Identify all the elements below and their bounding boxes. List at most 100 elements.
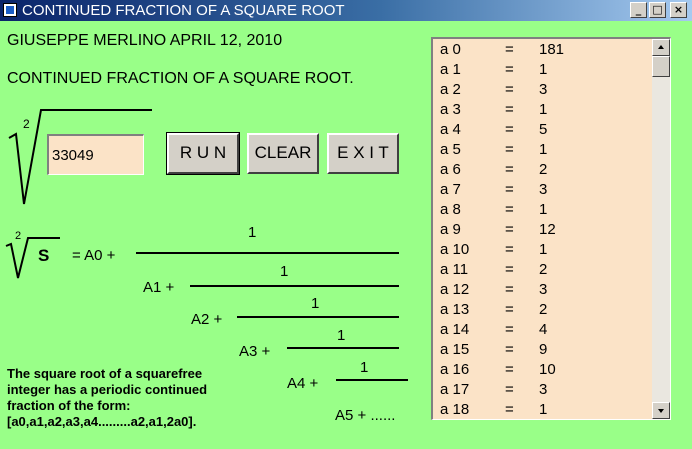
fraction-bar-2 (190, 285, 399, 287)
coef-value: 9 (539, 341, 548, 358)
equals-sign: = (505, 341, 514, 358)
formula-root-index: 2 (15, 230, 22, 242)
term-a3: A3 + (239, 343, 271, 360)
term-a5-label: A5 + (335, 407, 367, 424)
minimize-button[interactable]: _ (630, 2, 647, 18)
coef-value: 4 (539, 321, 548, 338)
maximize-button[interactable]: □ (649, 2, 666, 18)
coef-label: a 11 (440, 261, 469, 278)
coef-label: a 6 (440, 161, 461, 178)
equals-sign: = (505, 381, 514, 398)
list-item[interactable]: a 13 = 2 (433, 300, 651, 320)
list-item[interactable]: a 2 = 3 (433, 80, 651, 100)
coef-value: 1 (539, 101, 548, 118)
results-listbox[interactable]: a 18 = 1 a 17 = 3 a 16 = 10 a 15 = 9 a 14 = 4 a 13 = 2 a 1… (431, 37, 671, 420)
app-window: CONTINUED FRACTION OF A SQUARE ROOT _ □ … (0, 0, 692, 449)
window-title: CONTINUED FRACTION OF A SQUARE ROOT (22, 2, 345, 19)
coef-value: 1 (539, 61, 548, 78)
list-item[interactable]: a 12 = 3 (433, 280, 651, 300)
scroll-up-button[interactable] (652, 39, 670, 56)
coef-label: a 14 (440, 321, 470, 338)
coef-value: 2 (539, 161, 548, 178)
input-root-index: 2 (23, 117, 30, 131)
equals-sign: = (505, 161, 514, 178)
list-scrollbar[interactable] (652, 39, 670, 419)
note-line-4: [a0,a1,a2,a3,a4.........a2,a1,2a0]. (7, 414, 197, 429)
author-label: GIUSEPPE MERLINO APRIL 12, 2010 (7, 32, 283, 49)
equals-sign: = (505, 121, 514, 138)
list-item[interactable]: a 15 = 9 (433, 340, 651, 360)
coef-label: a 3 (440, 101, 461, 118)
coef-value: 1 (539, 201, 548, 218)
coef-value: 1 (539, 141, 548, 158)
coef-label: a 15 (440, 341, 470, 358)
equals-sign: = (505, 241, 514, 258)
scroll-thumb[interactable] (652, 56, 670, 77)
equals-sign: = (505, 201, 514, 218)
list-item[interactable]: a 18 = 1 (433, 400, 651, 419)
scroll-down-button[interactable] (652, 402, 670, 419)
formula-radicand: S (38, 246, 50, 265)
coef-value: 1 (539, 401, 548, 418)
list-item[interactable]: a 17 = 3 (433, 380, 651, 400)
list-item[interactable]: a 7 = 3 (433, 180, 651, 200)
coef-label: a 0 (440, 41, 461, 58)
coef-label: a 16 (440, 361, 470, 378)
periodic-note: The square root of a squarefree integer … (7, 366, 207, 430)
coef-value: 3 (539, 181, 548, 198)
trailing-dots: ...... (370, 407, 396, 424)
coef-value: 12 (539, 221, 556, 238)
numerator-2: 1 (280, 263, 289, 280)
list-item[interactable]: a 0 = 181 (433, 40, 651, 60)
list-item[interactable]: a 14 = 4 (433, 320, 651, 340)
list-item[interactable]: a 8 = 1 (433, 200, 651, 220)
list-item[interactable]: a 1 = 1 (433, 60, 651, 80)
note-line-3: fraction of the form: (7, 398, 131, 413)
equals-sign: = (505, 401, 514, 418)
coef-label: a 18 (440, 401, 470, 418)
number-input[interactable] (47, 134, 144, 175)
coef-label: a 8 (440, 201, 461, 218)
equals-sign: = (505, 221, 514, 238)
numerator-5: 1 (360, 359, 369, 376)
close-button[interactable]: × (670, 2, 687, 18)
clear-button[interactable]: CLEAR (247, 133, 319, 174)
title-bar[interactable]: CONTINUED FRACTION OF A SQUARE ROOT _ □ … (0, 0, 692, 21)
equals-sign: = (505, 181, 514, 198)
equals-sign: = (505, 321, 514, 338)
list-item[interactable]: a 11 = 2 (433, 260, 651, 280)
exit-button[interactable]: E X I T (327, 133, 399, 174)
coef-value: 5 (539, 121, 548, 138)
numerator-4: 1 (337, 327, 346, 344)
coef-value: 3 (539, 81, 548, 98)
coef-label: a 17 (440, 381, 470, 398)
fraction-bar-1 (136, 252, 399, 254)
coef-label: a 9 (440, 221, 461, 238)
list-item[interactable]: a 4 = 5 (433, 120, 651, 140)
note-line-1: The square root of a squarefree (7, 366, 203, 381)
list-item[interactable]: a 16 = 10 (433, 360, 651, 380)
equals-sign: = (505, 281, 514, 298)
list-item[interactable]: a 6 = 2 (433, 160, 651, 180)
list-item[interactable]: a 3 = 1 (433, 100, 651, 120)
list-item[interactable]: a 10 = 1 (433, 240, 651, 260)
coef-label: a 7 (440, 181, 461, 198)
fraction-bar-4 (287, 347, 399, 349)
equals-sign: = (505, 301, 514, 318)
run-button[interactable]: R U N (166, 132, 240, 175)
coef-label: a 13 (440, 301, 470, 318)
fraction-bar-5 (336, 379, 408, 381)
list-item[interactable]: a 5 = 1 (433, 140, 651, 160)
equals-sign: = (505, 261, 514, 278)
equals-sign: = (505, 361, 514, 378)
formula-radical-icon (5, 237, 60, 279)
arrow-up-icon (658, 45, 664, 49)
coef-label: a 1 (440, 61, 461, 78)
coef-label: a 2 (440, 81, 461, 98)
equals-sign: = (505, 61, 514, 78)
arrow-down-icon (658, 409, 664, 413)
coef-value: 2 (539, 261, 548, 278)
list-item[interactable]: a 9 = 12 (433, 220, 651, 240)
equals-sign: = (505, 141, 514, 158)
term-a2: A2 + (191, 311, 223, 328)
